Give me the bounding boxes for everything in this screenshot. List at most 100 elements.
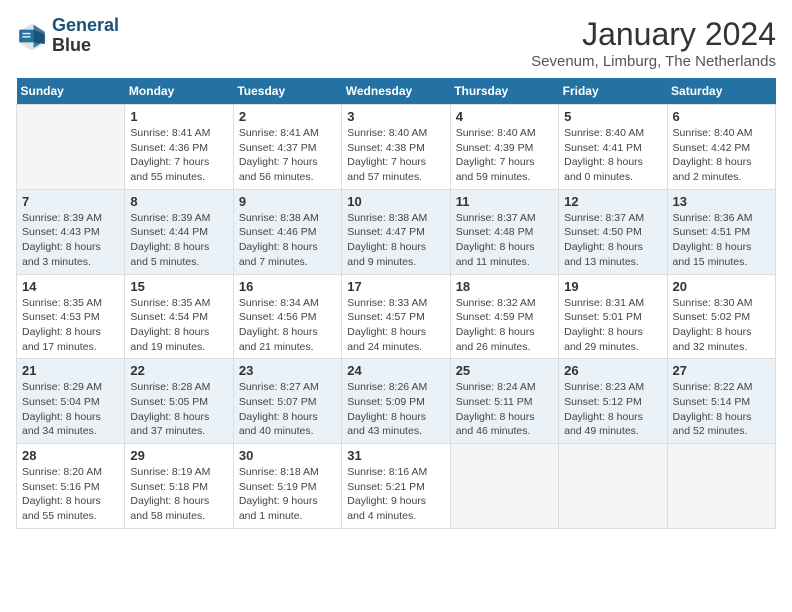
calendar-week-row: 14Sunrise: 8:35 AM Sunset: 4:53 PM Dayli… [17, 274, 776, 359]
calendar-cell: 26 Sunrise: 8:23 AM Sunset: 5:12 PM Dayli… [559, 359, 667, 444]
day-info: Sunrise: 8:40 AM Sunset: 4:38 PM Dayligh… [347, 126, 444, 185]
day-number: 6 [673, 109, 770, 124]
day-number: 12 [564, 194, 661, 209]
calendar-cell: 6 Sunrise: 8:40 AM Sunset: 4:42 PM Daylig… [667, 105, 775, 190]
calendar-week-row: 21Sunrise: 8:29 AM Sunset: 5:04 PM Dayli… [17, 359, 776, 444]
day-number: 18 [456, 279, 553, 294]
day-info: Sunrise: 8:30 AM Sunset: 5:02 PM Dayligh… [673, 296, 770, 355]
day-info: Sunrise: 8:40 AM Sunset: 4:41 PM Dayligh… [564, 126, 661, 185]
calendar-cell: 12 Sunrise: 8:37 AM Sunset: 4:50 PM Dayli… [559, 189, 667, 274]
calendar-cell: 31 Sunrise: 8:16 AM Sunset: 5:21 PM Dayli… [342, 444, 450, 529]
calendar-cell: 3 Sunrise: 8:40 AM Sunset: 4:38 PM Daylig… [342, 105, 450, 190]
day-number: 14 [22, 279, 119, 294]
calendar-cell [17, 105, 125, 190]
day-header-friday: Friday [559, 78, 667, 105]
day-info: Sunrise: 8:27 AM Sunset: 5:07 PM Dayligh… [239, 380, 336, 439]
calendar-cell: 15 Sunrise: 8:35 AM Sunset: 4:54 PM Dayli… [125, 274, 233, 359]
day-info: Sunrise: 8:40 AM Sunset: 4:39 PM Dayligh… [456, 126, 553, 185]
day-number: 22 [130, 363, 227, 378]
day-number: 10 [347, 194, 444, 209]
day-number: 15 [130, 279, 227, 294]
day-number: 3 [347, 109, 444, 124]
day-number: 21 [22, 363, 119, 378]
calendar-cell: 13 Sunrise: 8:36 AM Sunset: 4:51 PM Dayli… [667, 189, 775, 274]
calendar-cell: 21Sunrise: 8:29 AM Sunset: 5:04 PM Dayli… [17, 359, 125, 444]
day-info: Sunrise: 8:18 AM Sunset: 5:19 PM Dayligh… [239, 465, 336, 524]
day-number: 19 [564, 279, 661, 294]
day-info: Sunrise: 8:39 AM Sunset: 4:44 PM Dayligh… [130, 211, 227, 270]
calendar-cell: 20 Sunrise: 8:30 AM Sunset: 5:02 PM Dayli… [667, 274, 775, 359]
calendar-week-row: 28Sunrise: 8:20 AM Sunset: 5:16 PM Dayli… [17, 444, 776, 529]
day-info: Sunrise: 8:38 AM Sunset: 4:47 PM Dayligh… [347, 211, 444, 270]
calendar-week-row: 7 Sunrise: 8:39 AM Sunset: 4:43 PM Daylig… [17, 189, 776, 274]
day-number: 24 [347, 363, 444, 378]
day-number: 11 [456, 194, 553, 209]
calendar-table: SundayMondayTuesdayWednesdayThursdayFrid… [16, 78, 776, 529]
day-number: 31 [347, 448, 444, 463]
calendar-cell: 7 Sunrise: 8:39 AM Sunset: 4:43 PM Daylig… [17, 189, 125, 274]
day-info: Sunrise: 8:26 AM Sunset: 5:09 PM Dayligh… [347, 380, 444, 439]
day-info: Sunrise: 8:22 AM Sunset: 5:14 PM Dayligh… [673, 380, 770, 439]
logo: General Blue [16, 16, 119, 56]
day-number: 30 [239, 448, 336, 463]
day-number: 13 [673, 194, 770, 209]
calendar-cell [667, 444, 775, 529]
day-number: 26 [564, 363, 661, 378]
day-number: 16 [239, 279, 336, 294]
calendar-header-row: SundayMondayTuesdayWednesdayThursdayFrid… [17, 78, 776, 105]
calendar-cell: 30 Sunrise: 8:18 AM Sunset: 5:19 PM Dayli… [233, 444, 341, 529]
day-info: Sunrise: 8:41 AM Sunset: 4:36 PM Dayligh… [130, 126, 227, 185]
day-header-tuesday: Tuesday [233, 78, 341, 105]
day-info: Sunrise: 8:19 AM Sunset: 5:18 PM Dayligh… [130, 465, 227, 524]
header: General Blue January 2024 Sevenum, Limbu… [16, 16, 776, 70]
day-number: 8 [130, 194, 227, 209]
calendar-cell: 9 Sunrise: 8:38 AM Sunset: 4:46 PM Daylig… [233, 189, 341, 274]
day-info: Sunrise: 8:40 AM Sunset: 4:42 PM Dayligh… [673, 126, 770, 185]
subtitle: Sevenum, Limburg, The Netherlands [531, 53, 776, 70]
day-info: Sunrise: 8:37 AM Sunset: 4:50 PM Dayligh… [564, 211, 661, 270]
calendar-cell: 29Sunrise: 8:19 AM Sunset: 5:18 PM Dayli… [125, 444, 233, 529]
calendar-cell: 14Sunrise: 8:35 AM Sunset: 4:53 PM Dayli… [17, 274, 125, 359]
day-number: 23 [239, 363, 336, 378]
day-info: Sunrise: 8:16 AM Sunset: 5:21 PM Dayligh… [347, 465, 444, 524]
day-number: 20 [673, 279, 770, 294]
day-number: 17 [347, 279, 444, 294]
calendar-cell: 11Sunrise: 8:37 AM Sunset: 4:48 PM Dayli… [450, 189, 558, 274]
day-header-monday: Monday [125, 78, 233, 105]
logo-blue: Blue [52, 35, 91, 55]
logo-icon [16, 20, 48, 52]
calendar-cell: 16 Sunrise: 8:34 AM Sunset: 4:56 PM Dayli… [233, 274, 341, 359]
main-title: January 2024 [531, 16, 776, 53]
day-info: Sunrise: 8:23 AM Sunset: 5:12 PM Dayligh… [564, 380, 661, 439]
calendar-cell [559, 444, 667, 529]
day-number: 1 [130, 109, 227, 124]
day-number: 4 [456, 109, 553, 124]
calendar-cell: 19 Sunrise: 8:31 AM Sunset: 5:01 PM Dayli… [559, 274, 667, 359]
calendar-cell: 4 Sunrise: 8:40 AM Sunset: 4:39 PM Daylig… [450, 105, 558, 190]
day-info: Sunrise: 8:39 AM Sunset: 4:43 PM Dayligh… [22, 211, 119, 270]
calendar-cell [450, 444, 558, 529]
day-info: Sunrise: 8:38 AM Sunset: 4:46 PM Dayligh… [239, 211, 336, 270]
day-header-saturday: Saturday [667, 78, 775, 105]
day-number: 27 [673, 363, 770, 378]
calendar-cell: 10 Sunrise: 8:38 AM Sunset: 4:47 PM Dayli… [342, 189, 450, 274]
calendar-cell: 22Sunrise: 8:28 AM Sunset: 5:05 PM Dayli… [125, 359, 233, 444]
day-number: 7 [22, 194, 119, 209]
day-info: Sunrise: 8:33 AM Sunset: 4:57 PM Dayligh… [347, 296, 444, 355]
day-header-thursday: Thursday [450, 78, 558, 105]
day-info: Sunrise: 8:34 AM Sunset: 4:56 PM Dayligh… [239, 296, 336, 355]
calendar-cell: 1 Sunrise: 8:41 AM Sunset: 4:36 PM Daylig… [125, 105, 233, 190]
calendar-cell: 17 Sunrise: 8:33 AM Sunset: 4:57 PM Dayli… [342, 274, 450, 359]
day-info: Sunrise: 8:41 AM Sunset: 4:37 PM Dayligh… [239, 126, 336, 185]
day-number: 2 [239, 109, 336, 124]
calendar-cell: 25 Sunrise: 8:24 AM Sunset: 5:11 PM Dayli… [450, 359, 558, 444]
logo-general: General [52, 15, 119, 35]
day-info: Sunrise: 8:36 AM Sunset: 4:51 PM Dayligh… [673, 211, 770, 270]
day-info: Sunrise: 8:31 AM Sunset: 5:01 PM Dayligh… [564, 296, 661, 355]
calendar-cell: 2 Sunrise: 8:41 AM Sunset: 4:37 PM Daylig… [233, 105, 341, 190]
calendar-cell: 24 Sunrise: 8:26 AM Sunset: 5:09 PM Dayli… [342, 359, 450, 444]
day-number: 9 [239, 194, 336, 209]
day-number: 25 [456, 363, 553, 378]
day-info: Sunrise: 8:24 AM Sunset: 5:11 PM Dayligh… [456, 380, 553, 439]
day-info: Sunrise: 8:35 AM Sunset: 4:54 PM Dayligh… [130, 296, 227, 355]
